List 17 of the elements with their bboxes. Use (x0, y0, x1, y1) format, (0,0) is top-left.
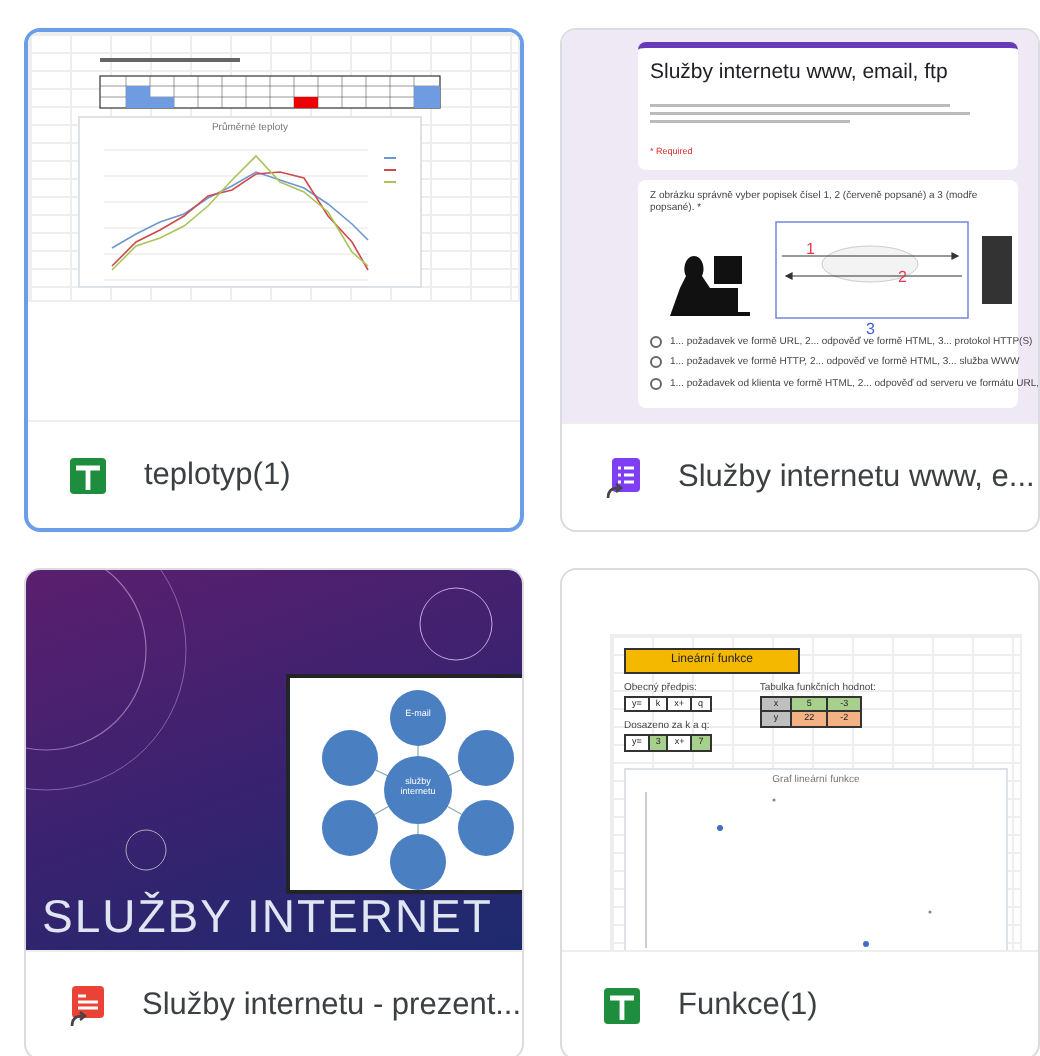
ring-drawing (419, 587, 493, 661)
server-drawing (982, 235, 1012, 303)
diagram-label: 2 (898, 267, 907, 285)
radio-button[interactable] (650, 377, 662, 390)
file-name: Funkce(1) (678, 985, 818, 1026)
radio-button[interactable] (650, 335, 662, 348)
file-name: Služby internetu www, e... (678, 457, 1035, 498)
slide-title: SLUŽBY INTERNET (42, 887, 493, 945)
diagram-label: 1 (806, 239, 815, 257)
file-name: Služby internetu - prezent... (142, 985, 522, 1026)
radio-button[interactable] (650, 356, 662, 369)
file-card[interactable] (560, 28, 1040, 532)
file-name: teplotyp(1) (144, 455, 291, 496)
ring-drawing (125, 829, 167, 871)
form-title: Služby internetu www, email, ftp (650, 58, 950, 88)
diagram-label: 3 (866, 319, 875, 335)
computer-user-drawing (670, 255, 750, 315)
